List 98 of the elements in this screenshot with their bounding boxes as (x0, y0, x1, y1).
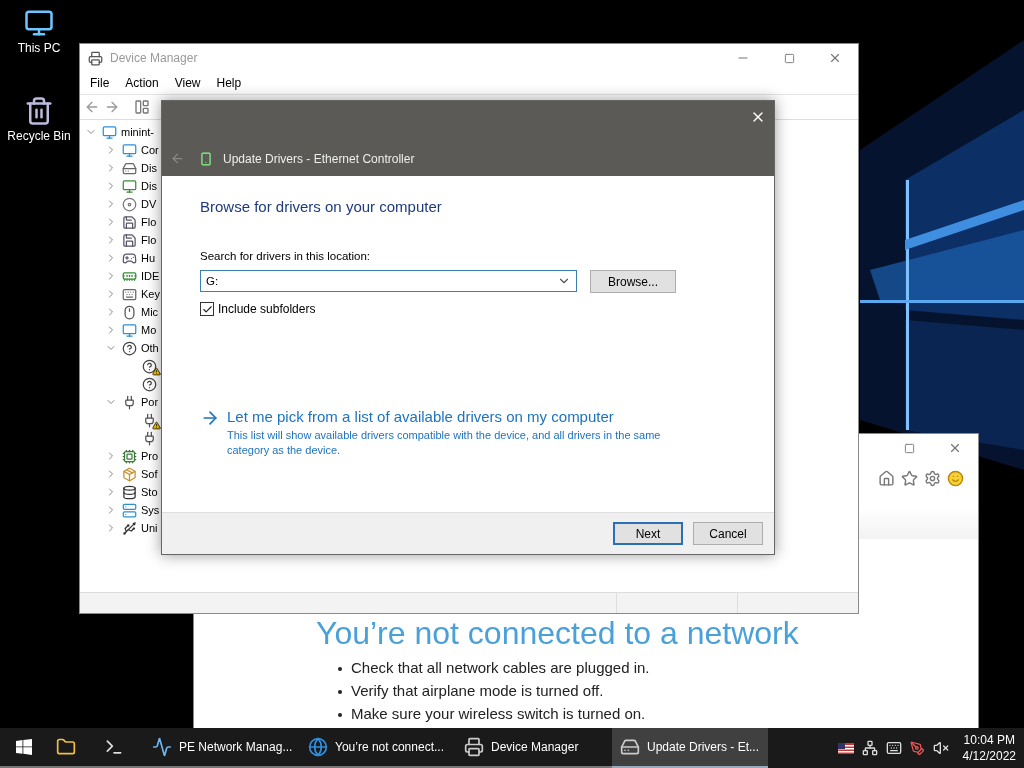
settings-icon[interactable] (924, 470, 941, 487)
monitor-icon (122, 322, 137, 338)
cpu-icon (122, 448, 137, 464)
dialog-button[interactable]: Cancel (693, 522, 763, 545)
tree-item[interactable]: Key (141, 288, 160, 300)
clock[interactable]: 10:04 PM 4/12/2022 (962, 732, 1016, 764)
checkbox-label: Include subfolders (218, 302, 316, 316)
tree-item[interactable]: minint- (121, 126, 154, 138)
properties-icon[interactable] (134, 99, 150, 115)
tree-item[interactable]: Sys (141, 504, 160, 516)
maximize-icon[interactable] (903, 442, 915, 454)
menu-item[interactable]: File (82, 76, 118, 90)
dialog-button[interactable]: Next (613, 522, 683, 545)
folder-icon (56, 737, 76, 757)
menu-item[interactable]: Help (208, 76, 250, 90)
pen-icon[interactable] (909, 740, 925, 756)
bullet-text: Verify that airplane mode is turned off. (351, 682, 604, 699)
warning-icon (152, 367, 161, 376)
keyboard-icon[interactable] (885, 740, 902, 756)
recycle-bin-icon[interactable] (24, 96, 54, 126)
tree-item[interactable]: Mo (141, 324, 157, 336)
pick-driver-link[interactable]: Let me pick from a list of available drivers on my computer (227, 408, 614, 425)
menu-item[interactable]: View (166, 76, 209, 90)
taskbar-button[interactable]: Update Drivers - Et... (612, 728, 768, 768)
tree-item[interactable]: Por (141, 396, 159, 408)
location-field[interactable]: G: (200, 270, 577, 292)
unknown-device-icon (122, 340, 137, 356)
tree-item[interactable]: Dis (141, 180, 157, 192)
plug-icon (142, 430, 157, 446)
bullet-icon (338, 713, 342, 717)
back-icon[interactable] (84, 99, 100, 115)
back-icon[interactable] (170, 151, 185, 166)
close-icon[interactable] (828, 51, 842, 65)
tree-item[interactable]: Uni (141, 522, 158, 534)
bullet-text: Check that all network cables are plugged in. (351, 659, 650, 676)
monitor-icon (102, 124, 117, 140)
plug-icon (122, 394, 137, 410)
maximize-icon[interactable] (783, 52, 795, 64)
drive-icon (620, 737, 640, 757)
dialog-title: Update Drivers - Ethernet Controller (223, 152, 415, 166)
tree-item[interactable]: IDE (141, 270, 160, 282)
tree-item[interactable]: Oth (141, 342, 159, 354)
menu-item[interactable]: Action (117, 76, 167, 90)
taskbar-button[interactable]: PE Network Manag... (144, 728, 300, 768)
terminal-icon (104, 737, 124, 757)
flag-icon[interactable] (837, 742, 854, 754)
browse-button[interactable]: Browse... (590, 270, 676, 293)
star-icon[interactable] (901, 470, 918, 487)
system-icon (122, 502, 137, 518)
taskbar-button[interactable]: You’re not connect... (300, 728, 456, 768)
gamepad-icon (122, 250, 137, 266)
unknown-device-icon (142, 358, 157, 374)
usb-icon (122, 520, 137, 536)
computer-icon[interactable] (24, 8, 54, 38)
floppy-icon (122, 214, 137, 230)
mouse-icon (122, 304, 137, 320)
home-icon[interactable] (878, 470, 895, 487)
tree-item[interactable]: DV (141, 198, 157, 210)
bullet-icon (338, 690, 342, 694)
desktop-icon-label[interactable]: Recycle Bin (7, 129, 71, 143)
tree-item[interactable]: Flo (141, 216, 157, 228)
tree-item[interactable]: Pro (141, 450, 159, 462)
close-icon[interactable] (948, 441, 962, 455)
plug-icon (142, 412, 157, 428)
network-icon[interactable] (861, 740, 878, 756)
link-description: This list will show available drivers compatible with the device, and all drivers in the same category as the device. (227, 428, 662, 458)
desktop-icon-label[interactable]: This PC (17, 41, 61, 55)
storage-icon (122, 484, 137, 500)
volume-muted-icon[interactable] (932, 740, 949, 756)
warning-icon (152, 421, 161, 430)
tree-item[interactable]: Mic (141, 306, 159, 318)
bullet-text: Make sure your wireless switch is turned on. (351, 705, 646, 722)
package-icon (122, 466, 137, 482)
tree-item[interactable]: Sto (141, 486, 158, 498)
forward-icon[interactable] (104, 99, 120, 115)
tree-item[interactable]: Dis (141, 162, 157, 174)
start-icon[interactable] (16, 739, 32, 755)
bullet-icon (338, 667, 342, 671)
checkbox[interactable] (200, 302, 214, 316)
monitor-icon (122, 142, 137, 158)
globe-icon (308, 737, 328, 757)
hard-drive-icon (122, 160, 137, 176)
tree-item[interactable]: Cor (141, 144, 159, 156)
window-title: Device Manager (110, 51, 199, 65)
network-monitor-icon (152, 737, 172, 757)
keyboard-icon (122, 286, 137, 302)
floppy-icon (122, 232, 137, 248)
tree-item[interactable]: Sof (141, 468, 158, 480)
dialog-heading: Browse for drivers on your computer (200, 198, 443, 215)
smiley-icon[interactable] (947, 470, 964, 487)
disc-icon (122, 196, 137, 212)
field-label: Search for drivers in this location: (200, 250, 372, 262)
taskbar-button[interactable]: Device Manager (456, 728, 612, 768)
display-icon (122, 178, 137, 194)
unknown-device-icon (142, 376, 157, 392)
tree-item[interactable]: Hu (141, 252, 156, 264)
page-heading: You’re not connected to a network (316, 616, 800, 650)
tree-item[interactable]: Flo (141, 234, 157, 246)
